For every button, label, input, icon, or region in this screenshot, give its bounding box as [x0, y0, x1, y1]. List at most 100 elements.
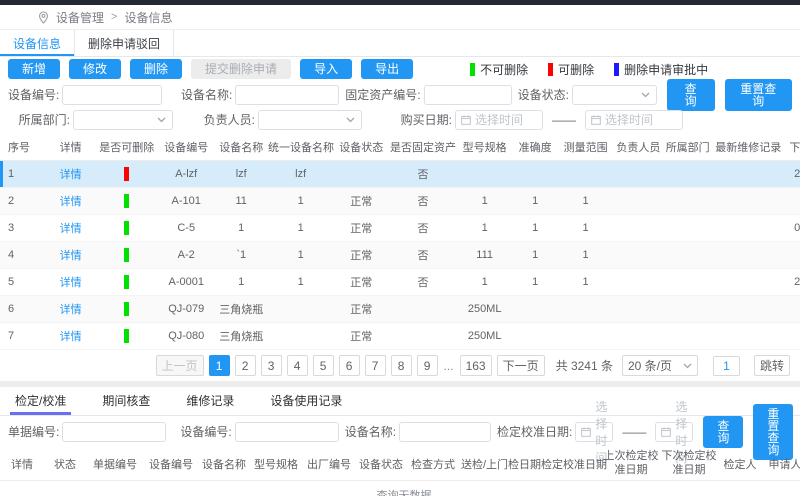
device-cell-dept [664, 161, 711, 188]
add-button[interactable]: 新增 [8, 59, 60, 79]
prev-page-button[interactable]: 上一页 [156, 355, 204, 376]
page-button[interactable]: 5 [313, 355, 334, 376]
chevron-down-icon [683, 363, 692, 369]
reset-search-button[interactable]: 重置查询 [725, 79, 793, 111]
device-cell-fixed_asset: 否 [388, 242, 458, 269]
purchase-date-label: 购买日期: [368, 111, 452, 128]
detail-link[interactable]: 详情 [60, 223, 82, 235]
tab-device-info[interactable]: 设备信息 [0, 30, 75, 56]
export-button[interactable]: 导出 [361, 59, 413, 79]
record-column-header: 上次检定校准日期 [602, 448, 660, 480]
record-device-no-input[interactable] [235, 422, 339, 442]
device-row[interactable]: 2详情A-101111正常否111 [0, 188, 800, 215]
page-size-select[interactable]: 20 条/页 [622, 355, 698, 376]
jump-page-input[interactable] [713, 356, 740, 376]
device-column-header: 负责人员 [613, 134, 665, 161]
jump-button[interactable]: 跳转 [754, 355, 790, 376]
purchase-date-end-input[interactable]: 选择时间 [585, 110, 683, 130]
legend-label: 不可删除 [480, 61, 528, 78]
device-row[interactable]: 6详情QJ-079三角烧瓶正常250ML [0, 296, 800, 323]
detail-link[interactable]: 详情 [60, 304, 82, 316]
device-row[interactable]: 4详情A-2`11正常否11111 [0, 242, 800, 269]
device-cell-model: 1 [458, 215, 512, 242]
device-cell-owner [613, 161, 665, 188]
record-reset-button[interactable]: 重置查询 [753, 404, 793, 460]
tab-repair-records[interactable]: 维修记录 [181, 389, 239, 415]
device-cell-name: 三角烧瓶 [215, 323, 267, 350]
search-button[interactable]: 查询 [667, 79, 715, 111]
device-cell-latest_repair [711, 323, 785, 350]
device-row[interactable]: 5详情A-000111正常否1112022-03-292022-03-29 [0, 269, 800, 296]
device-cell-range [559, 161, 613, 188]
fixed-asset-no-label: 固定资产编号: [345, 86, 420, 103]
device-row[interactable]: 3详情C-511正常否1110000-00-000000-00-00 [0, 215, 800, 242]
device-no-input[interactable] [62, 85, 162, 105]
device-cell-name: 1 [215, 215, 267, 242]
legend-item-delete-pending: 删除申请审批中 [614, 61, 708, 78]
record-column-header: 型号规格 [250, 448, 302, 480]
department-select[interactable] [73, 110, 173, 130]
breadcrumb-item-current[interactable]: 设备信息 [124, 9, 172, 26]
device-name-input[interactable] [235, 85, 339, 105]
detail-link[interactable]: 详情 [60, 250, 82, 262]
device-cell-accuracy: 1 [512, 242, 559, 269]
calibration-date-start-input[interactable]: 选择时间 [575, 422, 613, 442]
purchase-date-start-input[interactable]: 选择时间 [455, 110, 543, 130]
record-column-header: 状态 [44, 448, 86, 480]
page-button[interactable]: 1 [209, 355, 230, 376]
device-cell-model: 250ML [458, 296, 512, 323]
device-cell-fixed_asset [388, 296, 458, 323]
detail-link[interactable]: 详情 [60, 196, 82, 208]
empty-state-row: 查询无数据 [0, 480, 800, 496]
tab-usage-records[interactable]: 设备使用记录 [265, 389, 347, 415]
import-button[interactable]: 导入 [300, 59, 352, 79]
order-no-input[interactable] [62, 422, 166, 442]
device-cell-latest_repair [711, 215, 785, 242]
device-cell-accuracy [512, 296, 559, 323]
page-button[interactable]: 8 [391, 355, 412, 376]
page-button[interactable]: 6 [339, 355, 360, 376]
owner-select[interactable] [258, 110, 362, 130]
device-cell-no: 2 [0, 188, 45, 215]
record-search-button[interactable]: 查询 [703, 416, 743, 448]
device-cell-dept [664, 188, 711, 215]
next-page-button[interactable]: 下一页 [497, 355, 545, 376]
device-status-select[interactable] [572, 85, 657, 105]
device-cell-owner [613, 242, 665, 269]
page-button[interactable]: 9 [417, 355, 438, 376]
device-row[interactable]: 1详情A-lzflzflzf否2023-02-28 [0, 161, 800, 188]
detail-link[interactable]: 详情 [60, 169, 82, 181]
page-button[interactable]: 2 [235, 355, 256, 376]
calibration-date-end-input[interactable]: 选择时间 [655, 422, 693, 442]
device-column-header: 是否可删除 [96, 134, 157, 161]
device-cell-name: 三角烧瓶 [215, 296, 267, 323]
legend-swatch-green [470, 63, 475, 76]
main-tab-bar: 设备信息 删除申请驳回 [0, 30, 800, 57]
detail-link[interactable]: 详情 [60, 331, 82, 343]
last-page-button[interactable]: 163 [460, 355, 492, 376]
device-cell-code: QJ-080 [157, 323, 215, 350]
tab-calibration[interactable]: 检定/校准 [10, 389, 71, 415]
tab-delete-request-rejected[interactable]: 删除申请驳回 [75, 30, 174, 56]
detail-link[interactable]: 详情 [60, 277, 82, 289]
tab-interim-check[interactable]: 期间核查 [97, 389, 155, 415]
page-button[interactable]: 4 [287, 355, 308, 376]
page-button[interactable]: 7 [365, 355, 386, 376]
delete-button[interactable]: 删除 [130, 59, 182, 79]
record-device-name-input[interactable] [399, 422, 491, 442]
device-cell-dept [664, 323, 711, 350]
device-row[interactable]: 7详情QJ-080三角烧瓶正常250ML [0, 323, 800, 350]
modify-button[interactable]: 修改 [69, 59, 121, 79]
record-column-header: 详情 [0, 448, 44, 480]
delete-flag-indicator [124, 248, 129, 262]
submit-delete-request-button[interactable]: 提交删除申请 [191, 59, 291, 79]
fixed-asset-no-input[interactable] [424, 85, 512, 105]
device-cell-accuracy [512, 323, 559, 350]
device-column-header: 序号 [0, 134, 45, 161]
device-cell-range: 1 [559, 215, 613, 242]
device-cell-owner [613, 215, 665, 242]
page-button[interactable]: 3 [261, 355, 282, 376]
record-column-header: 送检/上门检日期 [460, 448, 540, 480]
breadcrumb-item-parent[interactable]: 设备管理 [56, 9, 104, 26]
device-column-header: 下次检定日期 [785, 134, 800, 161]
